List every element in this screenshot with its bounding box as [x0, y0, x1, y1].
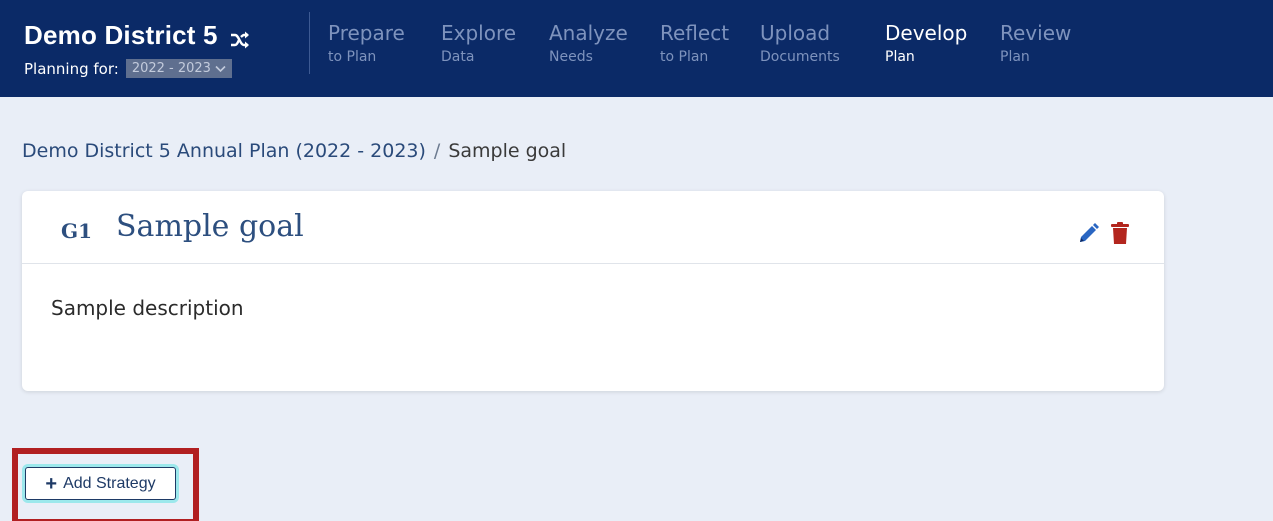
year-select[interactable]: 2022 - 2023 [125, 59, 232, 78]
top-navbar: Demo District 5 Planning for: 2022 - 202… [0, 0, 1273, 97]
brand: Demo District 5 Planning for: 2022 - 202… [24, 20, 250, 78]
goal-code: G1 [61, 219, 92, 243]
pencil-icon[interactable] [1077, 221, 1099, 245]
step-label: Analyze [549, 21, 628, 45]
goal-card-body: Sample description [22, 264, 1164, 352]
district-name: Demo District 5 [24, 20, 218, 50]
planning-row: Planning for: 2022 - 2023 [24, 59, 250, 78]
breadcrumb: Demo District 5 Annual Plan (2022 - 2023… [22, 140, 566, 162]
step-sublabel: Plan [1000, 49, 1030, 65]
chevron-down-icon [215, 65, 226, 72]
step-analyze[interactable]: Analyze Needs [549, 20, 660, 68]
step-label: Prepare [328, 21, 405, 45]
breadcrumb-separator: / [433, 140, 441, 162]
step-reflect[interactable]: Reflect to Plan [660, 20, 760, 68]
step-sublabel: Documents [760, 49, 840, 65]
goal-card: G1 Sample goal Sample description [22, 191, 1164, 391]
plus-icon: + [45, 472, 58, 495]
navbar-divider [309, 12, 310, 74]
goal-actions [1077, 221, 1131, 245]
step-label: Upload [760, 21, 831, 45]
year-select-value: 2022 - 2023 [131, 61, 211, 76]
step-upload[interactable]: Upload Documents [760, 20, 885, 68]
goal-card-header: G1 Sample goal [22, 191, 1164, 264]
trash-icon[interactable] [1109, 221, 1131, 245]
step-label: Develop [885, 21, 968, 45]
step-sublabel: Plan [885, 49, 915, 65]
step-prepare[interactable]: Prepare to Plan [328, 20, 441, 68]
goal-title: Sample goal [116, 209, 304, 244]
add-strategy-button[interactable]: + Add Strategy [25, 467, 176, 500]
planning-label: Planning for: [24, 59, 119, 78]
step-label: Explore [441, 21, 517, 45]
add-strategy-label: Add Strategy [63, 474, 156, 492]
step-sublabel: Data [441, 49, 475, 65]
district-title-row: Demo District 5 [24, 20, 250, 51]
step-sublabel: to Plan [660, 49, 709, 65]
step-label: Reflect [660, 21, 730, 45]
goal-description: Sample description [51, 296, 244, 320]
breadcrumb-plan-link[interactable]: Demo District 5 Annual Plan (2022 - 2023… [22, 140, 426, 162]
step-review[interactable]: Review Plan [1000, 20, 1090, 68]
step-sublabel: Needs [549, 49, 593, 65]
step-sublabel: to Plan [328, 49, 377, 65]
workflow-steps: Prepare to Plan Explore Data Analyze Nee… [328, 20, 1090, 68]
shuffle-icon[interactable] [230, 26, 250, 48]
step-explore[interactable]: Explore Data [441, 20, 549, 68]
step-develop[interactable]: Develop Plan [885, 20, 1000, 68]
breadcrumb-current: Sample goal [448, 140, 567, 162]
step-label: Review [1000, 21, 1072, 45]
